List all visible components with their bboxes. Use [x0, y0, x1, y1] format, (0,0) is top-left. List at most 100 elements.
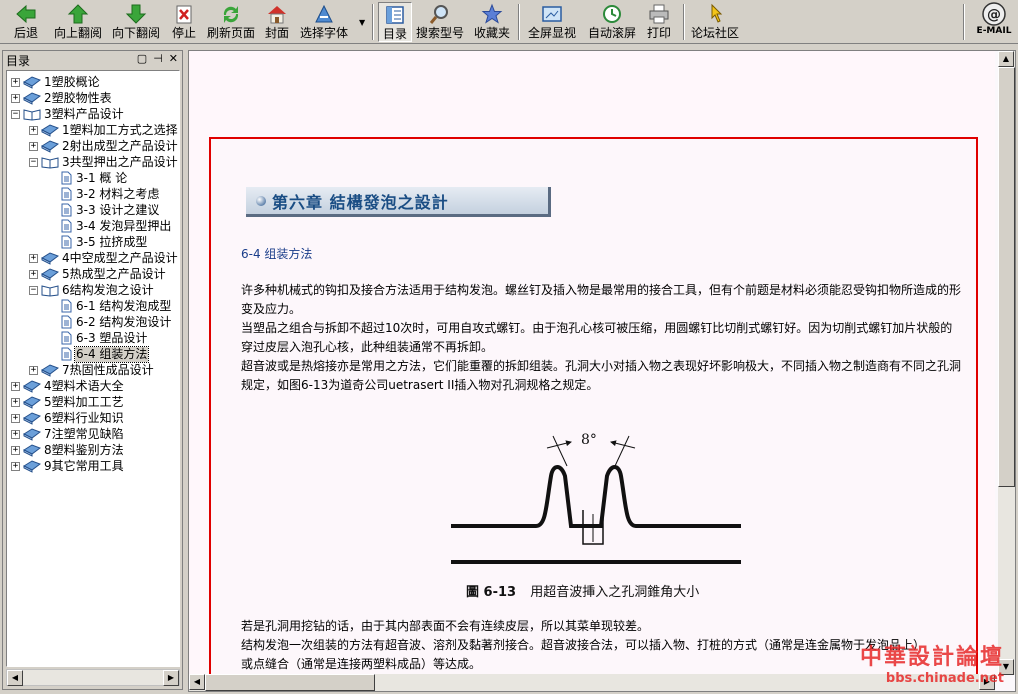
tree-horizontal-scrollbar[interactable]: ◀ ▶ — [6, 669, 180, 686]
page-up-button[interactable]: 向上翻阅 — [54, 2, 102, 42]
expand-icon[interactable]: + — [11, 397, 20, 407]
tree-item-plastics-intro[interactable]: + 1塑胶概论 — [11, 74, 101, 90]
tree-item-thermoforming-design[interactable]: + 5热成型之产品设计 — [29, 266, 167, 282]
favorites-button[interactable]: 收藏夹 — [474, 2, 510, 42]
collapse-icon[interactable]: − — [11, 109, 20, 119]
expand-icon[interactable]: + — [11, 413, 20, 423]
paragraph: 超音波或是热熔接亦是常用之方法，它们能重覆的拆卸组装。孔洞大小对插入物之表现好坏… — [241, 359, 962, 392]
page-icon — [61, 347, 72, 361]
section-title: 6-4 组装方法 — [241, 247, 313, 261]
collapse-icon[interactable]: − — [29, 285, 38, 295]
vertical-scroll-thumb[interactable] — [998, 67, 1015, 487]
tree-item-structural-foam-design[interactable]: − 6结构发泡之设计 — [29, 282, 155, 298]
tree-item-6-3[interactable]: 6-3 塑品设计 — [47, 330, 148, 346]
tree-item-terminology[interactable]: + 4塑料术语大全 — [11, 378, 125, 394]
scroll-up-icon[interactable]: ▲ — [998, 51, 1014, 67]
fullscreen-icon — [542, 6, 562, 22]
page-icon — [61, 203, 72, 217]
refresh-button[interactable]: 刷新页面 — [207, 2, 255, 42]
tree-item-processing-tech[interactable]: + 5塑料加工工艺 — [11, 394, 125, 410]
home-icon — [268, 6, 286, 24]
expand-icon[interactable]: + — [11, 445, 20, 455]
scroll-left-icon[interactable]: ◀ — [7, 670, 23, 686]
scroll-right-icon[interactable]: ▶ — [163, 670, 179, 686]
tree-item-industry-knowledge[interactable]: + 6塑料行业知识 — [11, 410, 125, 426]
bullet-icon — [256, 195, 266, 206]
expand-icon[interactable]: + — [29, 365, 38, 375]
horizontal-scroll-thumb[interactable] — [205, 674, 375, 691]
book-open-icon — [41, 285, 59, 297]
auto-scroll-button[interactable]: 自动滚屏 — [588, 2, 636, 42]
expand-icon[interactable]: + — [11, 461, 20, 471]
tree-item-3-4[interactable]: 3-4 发泡异型押出 — [47, 218, 172, 234]
contents-button[interactable]: 目录 — [378, 2, 412, 42]
tree-item-molding-defects[interactable]: + 7注塑常见缺陷 — [11, 426, 125, 442]
tree-item-plastics-properties[interactable]: + 2塑胶物性表 — [11, 90, 113, 106]
panel-close-icon[interactable]: ✕ — [169, 52, 178, 65]
tree-item-3-3[interactable]: 3-3 设计之建议 — [47, 202, 160, 218]
tree-item-6-1[interactable]: 6-1 结构发泡成型 — [47, 298, 172, 314]
tree-item-3-2[interactable]: 3-2 材料之考虑 — [47, 186, 160, 202]
tree-item-thermoset-design[interactable]: + 7热固性成品设计 — [29, 362, 155, 378]
tree-item-3-5[interactable]: 3-5 拉挤成型 — [47, 234, 148, 250]
forum-button[interactable]: 论坛社区 — [691, 2, 739, 42]
expand-icon[interactable]: + — [29, 141, 38, 151]
tree-item-blow-molding-design[interactable]: + 4中空成型之产品设计 — [29, 250, 179, 266]
expand-icon[interactable]: + — [29, 269, 38, 279]
expand-icon[interactable]: + — [11, 429, 20, 439]
tree-item-6-2[interactable]: 6-2 结构发泡设计 — [47, 314, 172, 330]
content-viewer: 第六章 結構發泡之設計 6-4 组装方法 许多种机械式的钩扣及接合方法适用于结构… — [188, 50, 1016, 692]
panel-title: 目录 — [6, 53, 31, 68]
panel-dock-icon[interactable]: ▢ — [137, 52, 147, 65]
expand-icon[interactable]: + — [11, 77, 20, 87]
expand-icon[interactable]: + — [11, 93, 20, 103]
scroll-left-icon[interactable]: ◀ — [189, 674, 205, 690]
tree-item-processing-choice[interactable]: + 1塑料加工方式之选择 — [29, 122, 179, 138]
tree-item-3-1[interactable]: 3-1 概 论 — [47, 170, 128, 186]
back-button[interactable]: 后退 — [14, 2, 38, 42]
watermark-url: bbs.chinade.net — [885, 671, 1004, 686]
toolbar-separator — [683, 4, 685, 40]
stop-button[interactable]: 停止 — [172, 2, 196, 42]
toolbar: 后退 向上翻阅 向下翻阅 停止 刷新页面 封面 选择字体 ▼ 目录 搜索型号 收… — [0, 0, 1018, 44]
fullscreen-button[interactable]: 全屏显视 — [528, 2, 576, 42]
expand-icon[interactable]: + — [29, 253, 38, 263]
page-icon — [61, 219, 72, 233]
tree-item-injection-design[interactable]: + 2射出成型之产品设计 — [29, 138, 179, 154]
content-vertical-scrollbar[interactable]: ▲ ▼ — [998, 51, 1015, 675]
page-down-button[interactable]: 向下翻阅 — [112, 2, 160, 42]
book-closed-icon — [23, 444, 41, 457]
figure-caption: 圖 6-13 用超音波挿入之孔洞錐角大小 — [466, 581, 699, 600]
expand-icon[interactable]: + — [29, 125, 38, 135]
panel-header: 目录 ▢ ⊣ ✕ — [3, 51, 182, 69]
up-arrow-icon — [67, 4, 89, 24]
stop-icon — [176, 5, 192, 24]
book-closed-icon — [41, 252, 59, 265]
tree-item-extrusion-design[interactable]: − 3共型押出之产品设计 — [29, 154, 179, 170]
paragraph: 当塑品之组合与拆卸不超过10次时，可用自攻式螺钉。由于泡孔心核可被压缩，用圆螺钉… — [241, 321, 953, 354]
chapter-title: 第六章 結構發泡之設計 — [272, 192, 449, 212]
book-open-icon — [41, 157, 59, 169]
page-border: 第六章 結構發泡之設計 6-4 组装方法 许多种机械式的钩扣及接合方法适用于结构… — [209, 137, 978, 691]
email-button[interactable]: @ E-MAIL — [972, 2, 1016, 42]
app-window: 后退 向上翻阅 向下翻阅 停止 刷新页面 封面 选择字体 ▼ 目录 搜索型号 收… — [0, 0, 1018, 694]
pointer-icon — [711, 3, 723, 23]
contents-icon — [386, 6, 404, 24]
tree-item-other-tools[interactable]: + 9其它常用工具 — [11, 458, 125, 474]
contents-tree: + 1塑胶概论 + 2塑胶物性表 − 3塑料产品设计 + 1塑料加工方式之选择 — [6, 70, 180, 667]
panel-pin-icon[interactable]: ⊣ — [153, 52, 163, 65]
page-icon — [61, 187, 72, 201]
search-model-button[interactable]: 搜索型号 — [416, 2, 464, 42]
expand-icon[interactable]: + — [11, 381, 20, 391]
tree-item-identification[interactable]: + 8塑料鉴别方法 — [11, 442, 125, 458]
select-font-button[interactable]: 选择字体 — [300, 2, 348, 42]
tree-item-product-design[interactable]: − 3塑料产品设计 — [11, 106, 125, 122]
back-arrow-icon — [16, 4, 36, 24]
watermark: 中華設計論壇 bbs.chinade.net — [844, 639, 1004, 686]
print-button[interactable]: 打印 — [647, 2, 671, 42]
cover-button[interactable]: 封面 — [265, 2, 289, 42]
contents-panel: 目录 ▢ ⊣ ✕ + 1塑胶概论 + 2塑胶物性表 − 3塑料产品设计 + 1塑… — [2, 50, 183, 690]
font-dropdown-icon[interactable]: ▼ — [359, 18, 365, 27]
collapse-icon[interactable]: − — [29, 157, 38, 167]
tree-item-6-4-selected[interactable]: 6-4 组装方法 — [47, 345, 150, 363]
